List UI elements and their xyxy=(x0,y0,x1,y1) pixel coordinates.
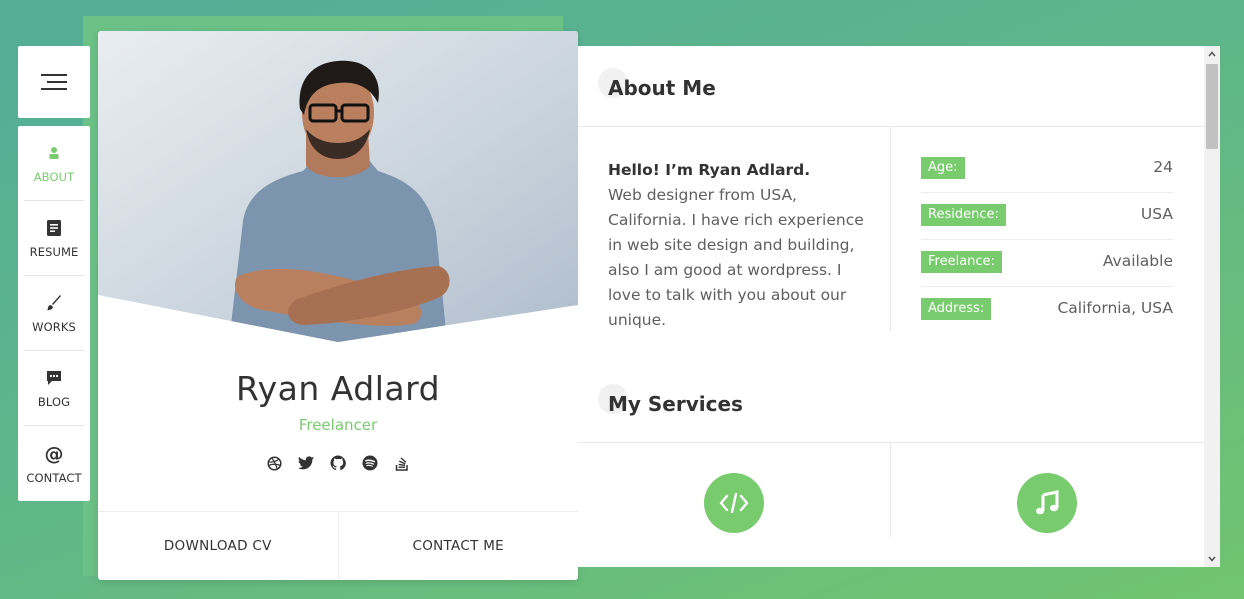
info-label: Address: xyxy=(921,298,992,320)
info-row-residence: Residence: USA xyxy=(921,204,1173,251)
download-cv-button[interactable]: DOWNLOAD CV xyxy=(98,512,338,580)
info-label: Freelance: xyxy=(921,251,1002,273)
dribbble-icon[interactable] xyxy=(266,455,282,471)
nav-label-resume: RESUME xyxy=(29,245,79,259)
music-icon xyxy=(1017,473,1077,533)
profile-role: Freelancer xyxy=(298,416,378,434)
nav-item-works[interactable]: WORKS xyxy=(24,276,84,351)
user-icon xyxy=(47,142,61,164)
scrollbar[interactable] xyxy=(1204,46,1220,567)
chat-icon xyxy=(46,367,62,389)
profile-name: Ryan Adlard xyxy=(235,369,441,408)
info-row-age: Age: 24 xyxy=(921,157,1173,204)
sidebar-nav: ABOUT RESUME WORKS BLOG @ CONTACT xyxy=(18,126,90,501)
services-header: My Services xyxy=(578,362,1204,442)
info-value: Available xyxy=(1102,252,1173,270)
profile-photo xyxy=(98,31,578,342)
github-icon[interactable] xyxy=(330,455,346,471)
divider xyxy=(890,442,891,537)
menu-button[interactable] xyxy=(18,46,90,118)
profile-card: Ryan Adlard Freelancer DOWNLOAD CV CONTA… xyxy=(98,31,578,580)
info-value: California, USA xyxy=(1057,299,1173,317)
divider xyxy=(578,442,1204,443)
nav-label-blog: BLOG xyxy=(37,395,71,409)
stackoverflow-icon[interactable] xyxy=(394,455,410,471)
twitter-icon[interactable] xyxy=(298,455,314,471)
contact-me-button[interactable]: CONTACT ME xyxy=(337,512,579,580)
divider xyxy=(921,239,1173,240)
content-panel: About Me Hello! I’m Ryan Adlard. Web des… xyxy=(578,46,1220,567)
divider xyxy=(890,126,891,331)
about-description: Hello! I’m Ryan Adlard. Web designer fro… xyxy=(608,158,868,333)
about-header: About Me xyxy=(578,46,1204,126)
about-greeting: Hello! I’m Ryan Adlard. xyxy=(608,161,811,179)
info-label: Age: xyxy=(921,157,965,179)
profile-actions: DOWNLOAD CV CONTACT ME xyxy=(98,511,578,580)
services-title: My Services xyxy=(598,384,743,416)
scroll-up-icon[interactable] xyxy=(1204,46,1220,62)
nav-item-resume[interactable]: RESUME xyxy=(24,201,84,276)
nav-item-contact[interactable]: @ CONTACT xyxy=(24,426,84,501)
divider xyxy=(921,192,1173,193)
nav-label-contact: CONTACT xyxy=(26,470,82,485)
paintbrush-icon xyxy=(46,292,62,314)
hamburger-icon xyxy=(41,74,67,90)
about-title: About Me xyxy=(598,68,716,100)
nav-label-about: ABOUT xyxy=(33,170,75,184)
spotify-icon[interactable] xyxy=(362,455,378,471)
document-icon xyxy=(47,217,61,239)
nav-item-about[interactable]: ABOUT xyxy=(24,126,84,201)
nav-item-blog[interactable]: BLOG xyxy=(24,351,84,426)
info-row-address: Address: California, USA xyxy=(921,298,1173,345)
divider xyxy=(578,126,1204,127)
code-icon xyxy=(704,473,764,533)
info-value: USA xyxy=(1140,205,1173,223)
scrollbar-thumb[interactable] xyxy=(1206,64,1218,149)
nav-label-works: WORKS xyxy=(32,320,76,334)
scroll-down-icon[interactable] xyxy=(1204,551,1220,567)
about-body: Web designer from USA, California. I hav… xyxy=(608,186,864,329)
info-value: 24 xyxy=(1153,158,1173,176)
divider xyxy=(921,286,1173,287)
info-label: Residence: xyxy=(921,204,1006,226)
social-links xyxy=(98,455,578,471)
at-icon: @ xyxy=(44,442,64,465)
info-row-freelance: Freelance: Available xyxy=(921,251,1173,298)
